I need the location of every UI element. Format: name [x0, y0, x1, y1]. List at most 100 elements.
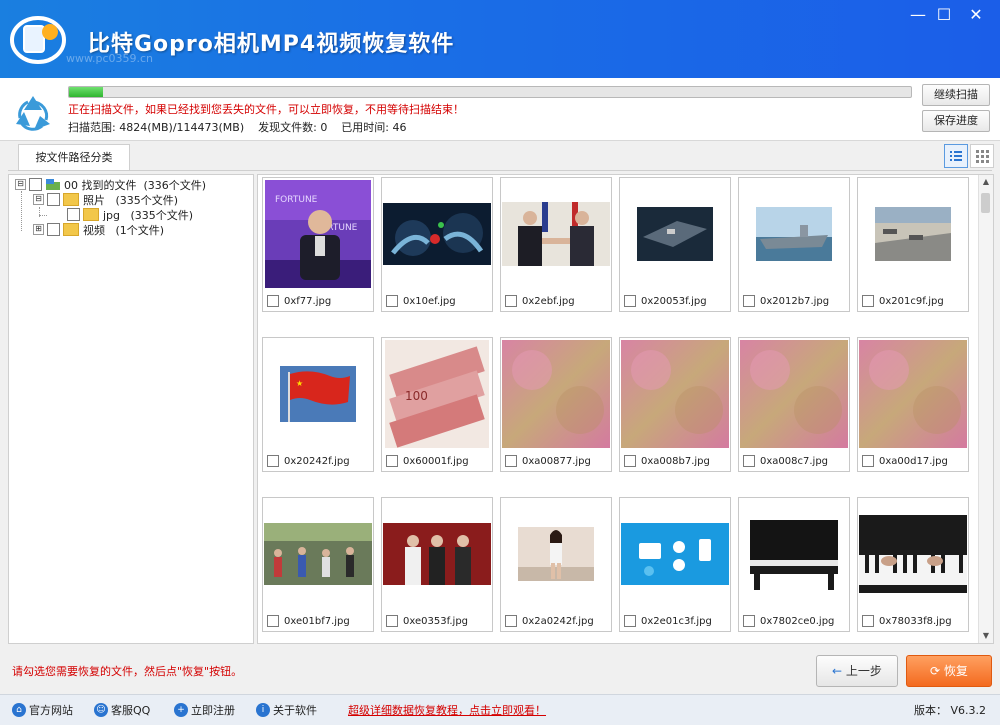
thumbnail-banknotes[interactable]: 100 — [383, 339, 491, 449]
file-name: 0xa008b7.jpg — [641, 455, 710, 467]
tree-node-photos[interactable]: ⊟ 照片 (335个文件) — [33, 192, 178, 207]
file-checkbox[interactable] — [505, 615, 517, 627]
file-checkbox[interactable] — [505, 295, 517, 307]
collapse-icon[interactable]: ⊟ — [33, 194, 44, 205]
file-tile[interactable]: 0xe0353f.jpg — [381, 497, 493, 632]
thumbnail-wedding[interactable] — [383, 499, 491, 609]
thumbnail-flag[interactable]: ★ — [264, 339, 372, 449]
thumbnail-carrier-top[interactable] — [621, 179, 729, 289]
thumbnail-carrier-deck[interactable] — [859, 179, 967, 289]
grid-view-button[interactable] — [970, 144, 994, 168]
file-caption: 0x20242f.jpg — [267, 455, 350, 467]
tab-by-path[interactable]: 按文件路径分类 — [18, 144, 130, 170]
official-site-link[interactable]: ⌂ 官方网站 — [12, 702, 73, 718]
tree-checkbox[interactable] — [47, 193, 60, 206]
file-checkbox[interactable] — [743, 455, 755, 467]
file-checkbox[interactable] — [267, 295, 279, 307]
file-tile[interactable]: 0xa00877.jpg — [500, 337, 612, 472]
file-tile[interactable]: 0x2e01c3f.jpg — [619, 497, 731, 632]
file-tile[interactable]: 0x7802ce0.jpg — [738, 497, 850, 632]
thumbnail-hands-apple[interactable] — [383, 179, 491, 289]
file-name: 0xa00877.jpg — [522, 455, 591, 467]
file-tile[interactable]: 0xa00d17.jpg — [857, 337, 969, 472]
file-checkbox[interactable] — [624, 455, 636, 467]
file-checkbox[interactable] — [862, 615, 874, 627]
file-checkbox[interactable] — [862, 295, 874, 307]
file-checkbox[interactable] — [505, 455, 517, 467]
scroll-up-icon[interactable]: ▲ — [979, 175, 993, 189]
tree-node-found[interactable]: ⊟ 00 找到的文件 (336个文件) — [15, 177, 206, 192]
list-view-button[interactable] — [944, 144, 968, 168]
file-tile[interactable]: 0x20053f.jpg — [619, 177, 731, 312]
file-tile[interactable]: 0x2a0242f.jpg — [500, 497, 612, 632]
file-name: 0xe01bf7.jpg — [284, 615, 350, 627]
grid-scrollbar[interactable]: ▲ ▼ — [978, 175, 993, 643]
file-tile[interactable]: 0xa008b7.jpg — [619, 337, 731, 472]
file-tile[interactable]: 0x10ef.jpg — [381, 177, 493, 312]
continue-scan-button[interactable]: 继续扫描 — [922, 84, 990, 106]
back-button[interactable]: ← 上一步 — [816, 655, 898, 687]
save-progress-button[interactable]: 保存进度 — [922, 110, 990, 132]
file-caption: 0x60001f.jpg — [386, 455, 469, 467]
file-checkbox[interactable] — [862, 455, 874, 467]
file-checkbox[interactable] — [267, 615, 279, 627]
file-tile[interactable]: 0x201c9f.jpg — [857, 177, 969, 312]
thumbnail-pink-noise[interactable] — [740, 339, 848, 449]
thumbnail-pink-noise[interactable] — [621, 339, 729, 449]
file-checkbox[interactable] — [386, 455, 398, 467]
file-tile[interactable]: 0x78033f8.jpg — [857, 497, 969, 632]
file-tile[interactable]: 0xa008c7.jpg — [738, 337, 850, 472]
about-link[interactable]: i 关于软件 — [256, 702, 317, 718]
thumbnail-carrier-side[interactable] — [740, 179, 848, 289]
tree-checkbox[interactable] — [67, 208, 80, 221]
collapse-icon[interactable]: ⊟ — [15, 179, 26, 190]
thumbnail-piano-keys[interactable] — [859, 499, 967, 609]
file-checkbox[interactable] — [624, 295, 636, 307]
scrollbar-thumb[interactable] — [981, 193, 990, 213]
support-qq-link[interactable]: ☺ 客服QQ — [94, 702, 150, 718]
file-checkbox[interactable] — [624, 615, 636, 627]
minimize-button[interactable]: — — [904, 4, 932, 26]
tree-node-jpg[interactable]: jpg (335个文件) — [67, 207, 193, 222]
tutorial-promo-link[interactable]: 超级详细数据恢复教程，点击立即观看！ — [348, 702, 546, 718]
tree-label: 00 找到的文件 (336个文件) — [64, 178, 207, 192]
folder-icon — [63, 193, 79, 206]
file-tile[interactable]: 0x2012b7.jpg — [738, 177, 850, 312]
version-label: 版本： V6.3.2 — [914, 704, 987, 717]
file-caption: 0x78033f8.jpg — [862, 615, 952, 627]
link-label: 立即注册 — [191, 704, 235, 717]
tree-checkbox[interactable] — [29, 178, 42, 191]
thumbnail-app-icons[interactable] — [621, 499, 729, 609]
file-tile[interactable]: 100 0x60001f.jpg — [381, 337, 493, 472]
thumbnail-pink-noise[interactable] — [859, 339, 967, 449]
register-link[interactable]: + 立即注册 — [174, 702, 235, 718]
file-tile[interactable]: ★ 0x20242f.jpg — [262, 337, 374, 472]
tree-checkbox[interactable] — [47, 223, 60, 236]
thumbnail-woman[interactable] — [502, 499, 610, 609]
close-button[interactable]: ✕ — [962, 4, 990, 26]
file-tile[interactable]: 0x2ebf.jpg — [500, 177, 612, 312]
maximize-button[interactable]: ☐ — [930, 4, 958, 26]
file-name: 0xa00d17.jpg — [879, 455, 948, 467]
file-tile[interactable]: FORTUNE FORTUNE 0xf77.jpg — [262, 177, 374, 312]
file-checkbox[interactable] — [386, 295, 398, 307]
file-caption: 0x7802ce0.jpg — [743, 615, 834, 627]
scroll-down-icon[interactable]: ▼ — [979, 629, 993, 643]
file-caption: 0xe01bf7.jpg — [267, 615, 350, 627]
thumbnail-pink-noise[interactable] — [502, 339, 610, 449]
file-checkbox[interactable] — [743, 615, 755, 627]
thumbnail-piano[interactable] — [740, 499, 848, 609]
file-checkbox[interactable] — [743, 295, 755, 307]
thumbnail-handshake[interactable] — [502, 179, 610, 289]
file-tile[interactable]: 0xe01bf7.jpg — [262, 497, 374, 632]
tree-node-video[interactable]: ⊞ 视频 (1个文件) — [33, 222, 164, 237]
thumbnail-stage-speaker[interactable]: FORTUNE FORTUNE — [264, 179, 372, 289]
file-grid: ▲ ▼ FORTUNE FORTUNE 0xf77.jpg 0x10ef.jpg 0x2… — [257, 174, 994, 644]
file-name: 0x10ef.jpg — [403, 295, 456, 307]
file-checkbox[interactable] — [386, 615, 398, 627]
file-caption: 0x201c9f.jpg — [862, 295, 944, 307]
thumbnail-crowd[interactable] — [264, 499, 372, 609]
expand-icon[interactable]: ⊞ — [33, 224, 44, 235]
file-checkbox[interactable] — [267, 455, 279, 467]
recover-button[interactable]: ⟳ 恢复 — [906, 655, 992, 687]
